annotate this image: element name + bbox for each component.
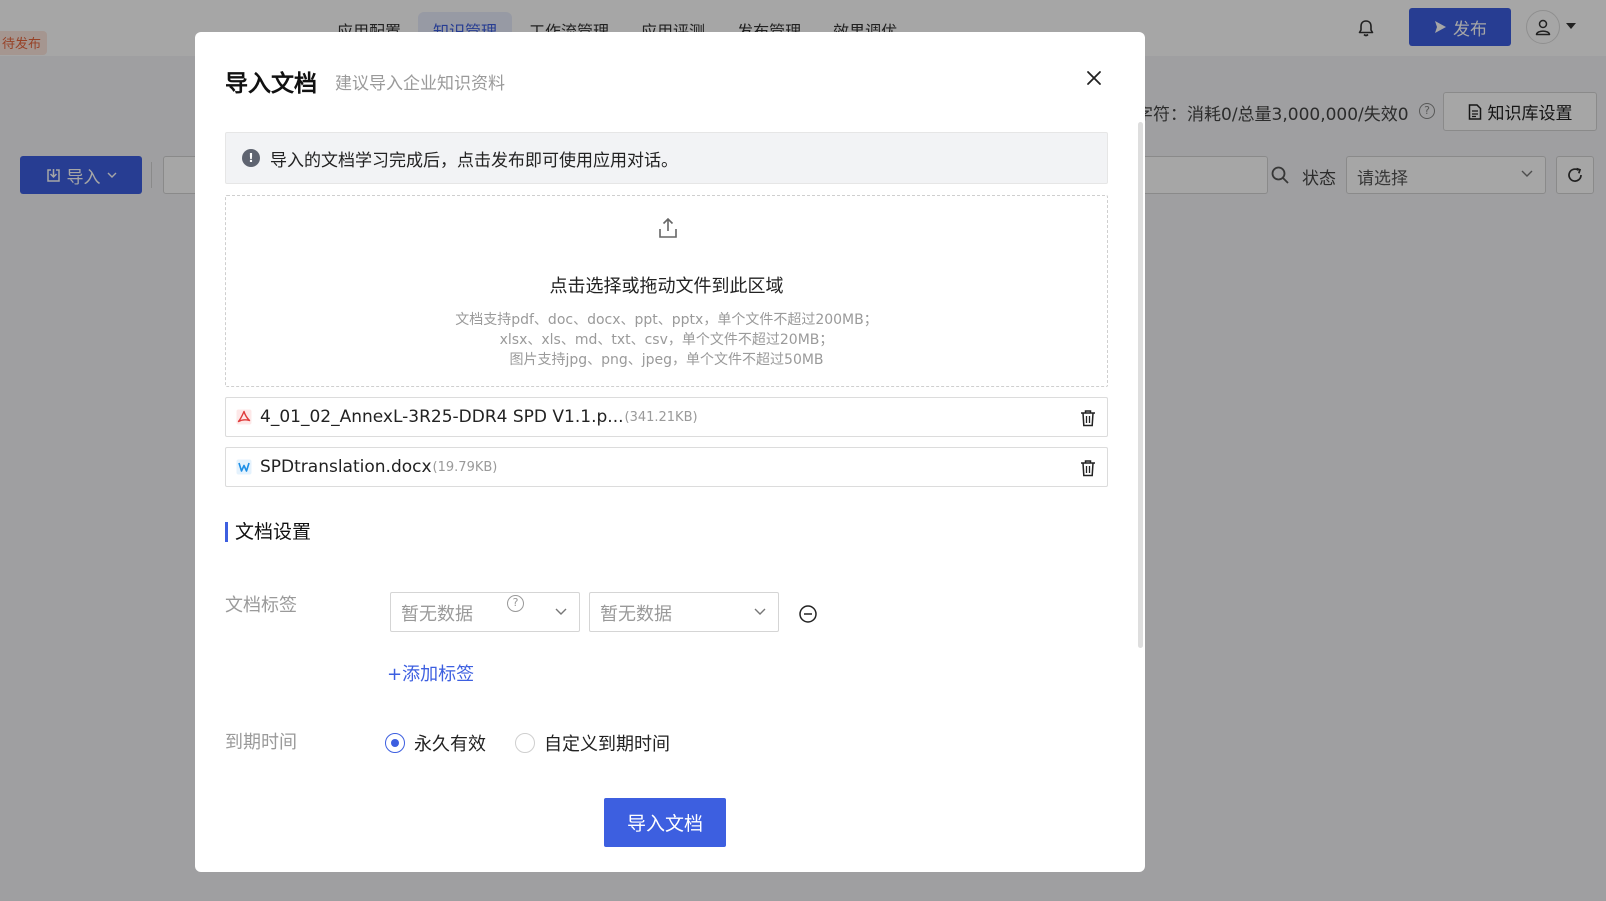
select-placeholder: 暂无数据 — [600, 604, 672, 625]
dropzone-title: 点击选择或拖动文件到此区域 — [549, 276, 784, 297]
dialog-title: 导入文档 — [225, 71, 317, 97]
radio-label: 自定义到期时间 — [544, 734, 670, 755]
radio-custom-expiry[interactable]: 自定义到期时间 — [515, 730, 670, 756]
file-dropzone[interactable]: 点击选择或拖动文件到此区域 文档支持pdf、doc、docx、ppt、pptx，… — [225, 195, 1108, 387]
section-title: 文档设置 — [225, 522, 311, 542]
import-document-label: 导入文档 — [626, 813, 703, 835]
dropzone-hint-line: 文档支持pdf、doc、docx、ppt、pptx，单个文件不超过200MB； — [455, 312, 878, 328]
uploaded-file-row: 4_01_02_AnnexL-3R25-DDR4 SPD V1.1.p... (… — [225, 397, 1108, 437]
upload-icon — [659, 217, 677, 238]
radio-checked-icon — [385, 733, 405, 753]
info-alert: ! 导入的文档学习完成后，点击发布即可使用应用对话。 — [225, 132, 1108, 184]
dropzone-hint-line: xlsx、xls、md、txt、csv，单个文件不超过20MB； — [499, 332, 834, 348]
dropzone-hint-line: 图片支持jpg、png、jpeg，单个文件不超过50MB — [509, 352, 824, 368]
expiry-field-label: 到期时间 — [225, 732, 297, 753]
chevron-down-icon — [754, 608, 766, 615]
file-name: SPDtranslation.docx — [260, 457, 432, 477]
tag-field-label: 文档标签 — [225, 595, 297, 616]
tag-value-select[interactable]: 暂无数据 — [589, 592, 779, 632]
dialog-subtitle: 建议导入企业知识资料 — [335, 74, 505, 94]
radio-permanent[interactable]: 永久有效 — [385, 730, 486, 756]
file-size: (19.79KB) — [432, 459, 498, 475]
add-tag-link[interactable]: +添加标签 — [387, 660, 474, 686]
tag-key-select[interactable]: 暂无数据 — [390, 592, 580, 632]
exclamation-icon: ! — [242, 149, 260, 167]
dialog-scrollbar[interactable] — [1138, 122, 1143, 648]
import-document-button[interactable]: 导入文档 — [604, 798, 726, 847]
import-document-dialog: 导入文档 建议导入企业知识资料 ! 导入的文档学习完成后，点击发布即可使用应用对… — [195, 32, 1145, 872]
info-alert-text: 导入的文档学习完成后，点击发布即可使用应用对话。 — [270, 150, 678, 171]
trash-icon[interactable] — [1080, 459, 1096, 477]
chevron-down-icon — [555, 608, 567, 615]
select-placeholder: 暂无数据 — [401, 604, 473, 625]
word-file-icon — [236, 459, 252, 475]
close-icon[interactable] — [1083, 67, 1105, 89]
pdf-file-icon — [236, 409, 252, 425]
uploaded-file-row: SPDtranslation.docx (19.79KB) — [225, 447, 1108, 487]
radio-unchecked-icon — [515, 733, 535, 753]
file-name: 4_01_02_AnnexL-3R25-DDR4 SPD V1.1.p... — [260, 407, 624, 427]
trash-icon[interactable] — [1080, 409, 1096, 427]
radio-label: 永久有效 — [414, 734, 486, 755]
file-size: (341.21KB) — [624, 409, 698, 425]
minus-circle-icon[interactable] — [798, 604, 818, 624]
